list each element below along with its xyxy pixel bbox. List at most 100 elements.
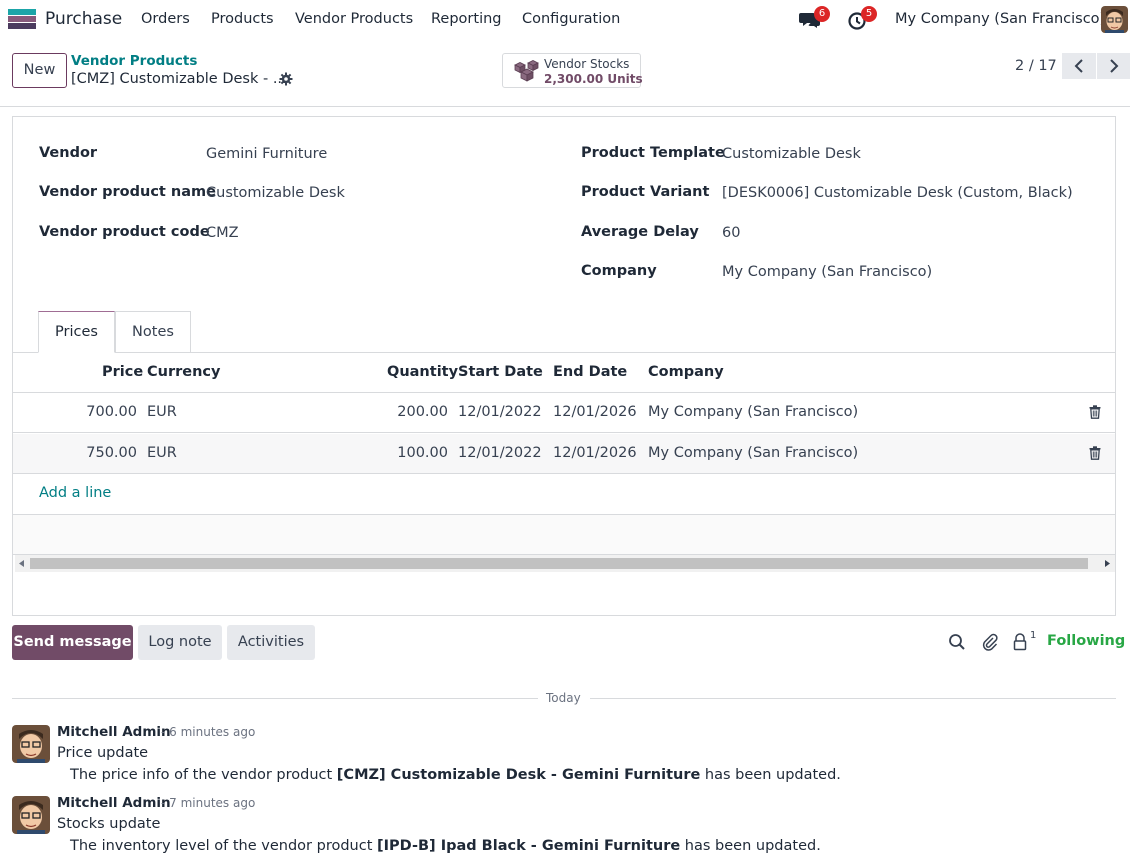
cell-price: 750.00 — [86, 445, 137, 461]
cell-company: My Company (San Francisco) — [648, 404, 859, 420]
company-field[interactable]: My Company (San Francisco) — [722, 264, 932, 280]
breadcrumb-vendor-products[interactable]: Vendor Products — [71, 53, 197, 69]
menu-configuration[interactable]: Configuration — [522, 11, 620, 27]
company-switcher[interactable]: My Company (San Francisco) — [895, 11, 1105, 27]
vendor-product-name-field[interactable]: Customizable Desk — [206, 185, 345, 201]
activities-badge: 5 — [861, 6, 877, 22]
search-icon[interactable] — [948, 633, 966, 651]
message-subject: Price update — [57, 745, 149, 761]
control-panel: New Vendor Products [CMZ] Customizable D… — [0, 39, 1130, 107]
top-navbar: Purchase Orders Products Vendor Products… — [0, 0, 1130, 39]
user-avatar[interactable] — [1101, 6, 1128, 33]
cell-quantity: 200.00 — [397, 404, 448, 420]
add-a-line-link[interactable]: Add a line — [39, 485, 111, 501]
average-delay-field[interactable]: 60 — [722, 225, 740, 241]
pager-value[interactable]: 2 / 17 — [1015, 58, 1057, 74]
menu-orders[interactable]: Orders — [141, 11, 190, 27]
message-author[interactable]: Mitchell Admin — [57, 795, 171, 811]
divider-left — [12, 698, 538, 699]
vendor-product-code-field[interactable]: CMZ — [206, 225, 239, 241]
avatar[interactable] — [12, 796, 50, 834]
tab-prices[interactable]: Prices — [38, 311, 115, 353]
purchase-app-icon[interactable] — [8, 9, 36, 29]
table-row[interactable]: 700.00 EUR 200.00 12/01/2022 12/01/2026 … — [13, 393, 1115, 433]
trash-icon[interactable] — [1089, 446, 1101, 460]
scroll-left-arrow-icon[interactable] — [19, 560, 25, 567]
menu-products[interactable]: Products — [211, 11, 274, 27]
message-product-name: [IPD-B] Ipad Black - Gemini Furniture — [377, 838, 681, 854]
column-quantity[interactable]: Quantity — [387, 364, 458, 380]
column-start-date[interactable]: Start Date — [458, 364, 543, 380]
tab-notes[interactable]: Notes — [115, 311, 191, 353]
scroll-right-arrow-icon[interactable] — [1104, 560, 1110, 567]
pager-next-button[interactable] — [1097, 53, 1130, 79]
message-body-text: The price info of the vendor product — [70, 767, 337, 783]
horizontal-scrollbar[interactable] — [15, 555, 1115, 572]
cell-price: 700.00 — [86, 404, 137, 420]
followers-count: 1 — [1030, 630, 1037, 641]
menu-reporting[interactable]: Reporting — [431, 11, 502, 27]
divider-right — [590, 698, 1116, 699]
vendor-stocks-stat-button[interactable]: Vendor Stocks 2,300.00 Units — [502, 53, 643, 88]
product-template-field[interactable]: Customizable Desk — [722, 146, 861, 162]
trash-icon[interactable] — [1089, 405, 1101, 419]
cell-end-date: 12/01/2026 — [553, 445, 637, 461]
column-price[interactable]: Price — [102, 364, 143, 380]
cell-end-date: 12/01/2026 — [553, 404, 637, 420]
vendor-field[interactable]: Gemini Furniture — [206, 146, 327, 162]
notebook-tabs: Prices Notes — [13, 311, 1115, 353]
message-time: - 7 minutes ago — [161, 796, 256, 810]
product-variant-field[interactable]: [DESK0006] Customizable Desk (Custom, Bl… — [722, 185, 1073, 201]
company-label: Company — [581, 263, 657, 279]
message-product-name: [CMZ] Customizable Desk - Gemini Furnitu… — [336, 767, 701, 783]
vendor-product-name-label: Vendor product name — [39, 184, 216, 200]
log-note-button[interactable]: Log note — [138, 625, 222, 660]
stat-value: 2,300.00 Units — [544, 72, 643, 86]
new-button[interactable]: New — [12, 53, 67, 88]
gear-icon[interactable] — [279, 72, 293, 86]
avatar[interactable] — [12, 725, 50, 763]
followers-lock-icon[interactable] — [1011, 633, 1029, 651]
cell-start-date: 12/01/2022 — [458, 445, 542, 461]
message-body: The price info of the vendor product [CM… — [70, 767, 841, 783]
following-button[interactable]: Following — [1047, 633, 1125, 649]
cubes-icon — [514, 60, 539, 82]
column-currency[interactable]: Currency — [147, 364, 220, 380]
pager-previous-button[interactable] — [1062, 53, 1096, 79]
average-delay-label: Average Delay — [581, 224, 699, 240]
activities-button[interactable]: Activities — [227, 625, 315, 660]
cell-company: My Company (San Francisco) — [648, 445, 859, 461]
app-name[interactable]: Purchase — [45, 9, 122, 29]
vendor-product-code-label: Vendor product code — [39, 224, 210, 240]
send-message-button[interactable]: Send message — [12, 625, 133, 660]
menu-vendor-products[interactable]: Vendor Products — [295, 11, 413, 27]
column-company[interactable]: Company — [648, 364, 724, 380]
cell-quantity: 100.00 — [397, 445, 448, 461]
chevron-left-icon — [1074, 59, 1083, 73]
scrollbar-thumb[interactable] — [30, 558, 1088, 569]
cell-currency: EUR — [147, 404, 177, 420]
column-end-date[interactable]: End Date — [553, 364, 627, 380]
stat-label: Vendor Stocks — [544, 57, 630, 71]
cell-start-date: 12/01/2022 — [458, 404, 542, 420]
table-row[interactable]: 750.00 EUR 100.00 12/01/2022 12/01/2026 … — [13, 434, 1115, 474]
product-variant-label: Product Variant — [581, 184, 710, 200]
empty-table-row — [13, 515, 1115, 555]
breadcrumb-current-record: [CMZ] Customizable Desk - ... — [71, 71, 287, 87]
product-template-label: Product Template — [581, 145, 725, 161]
message-author[interactable]: Mitchell Admin — [57, 724, 171, 740]
vendor-label: Vendor — [39, 145, 98, 161]
message-time: - 6 minutes ago — [161, 725, 256, 739]
cell-currency: EUR — [147, 445, 177, 461]
message-subject: Stocks update — [57, 816, 161, 832]
chevron-right-icon — [1110, 59, 1119, 73]
message-body: The inventory level of the vendor produc… — [70, 838, 821, 854]
messages-badge: 6 — [814, 6, 830, 22]
paperclip-icon[interactable] — [981, 633, 999, 651]
form-sheet: Vendor Gemini Furniture Vendor product n… — [12, 116, 1116, 616]
date-separator-today: Today — [546, 691, 581, 705]
message-body-text: has been updated. — [700, 767, 841, 783]
prices-table-header: Price Currency Quantity Start Date End D… — [13, 353, 1115, 393]
message-body-text: The inventory level of the vendor produc… — [70, 838, 377, 854]
message-body-text: has been updated. — [680, 838, 821, 854]
